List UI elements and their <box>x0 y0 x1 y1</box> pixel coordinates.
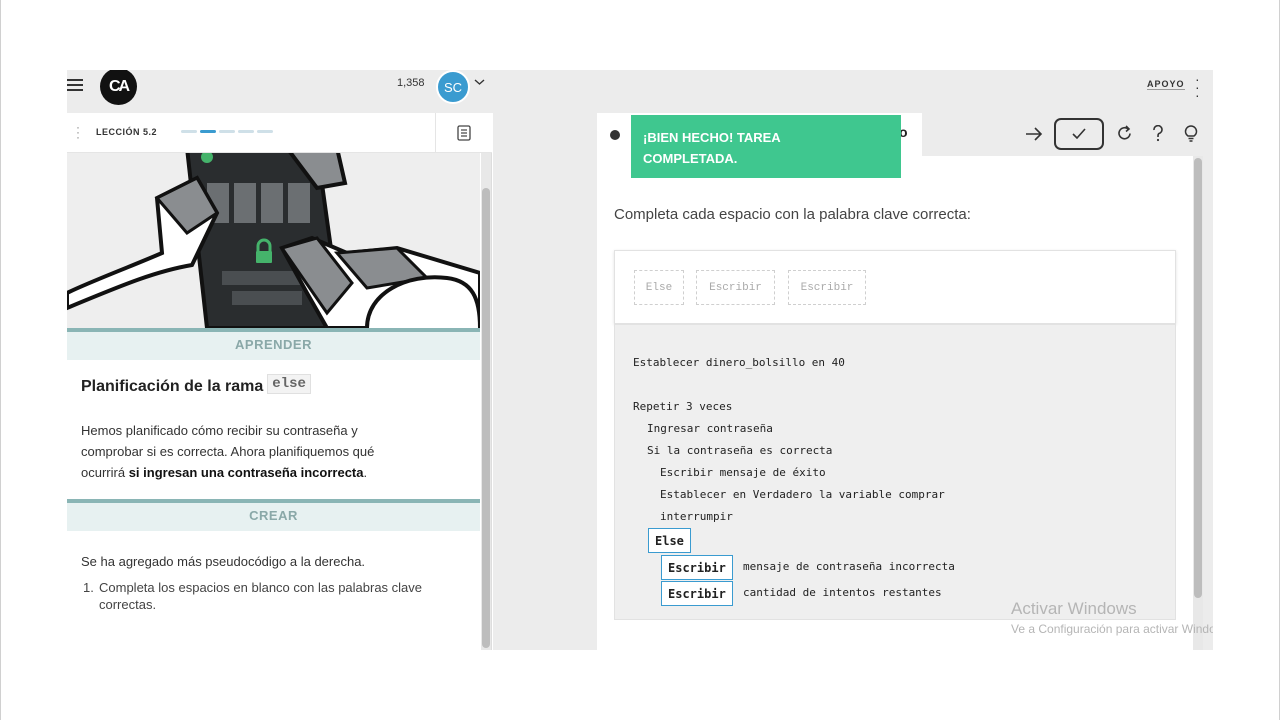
list-item: 1. Completa los espacios en blanco con l… <box>83 579 429 613</box>
toast-line-2: COMPLETADA. <box>643 151 738 166</box>
word-bank-item[interactable]: Escribir <box>696 270 775 305</box>
progress-step[interactable] <box>238 130 254 133</box>
checkmark-icon <box>1072 128 1086 139</box>
top-bar: CA 1,358 SC APOYO · · · <box>67 70 1213 113</box>
blank-slot-escribir-1[interactable]: Escribir <box>661 555 733 580</box>
progress-step-current[interactable] <box>200 130 216 133</box>
support-link[interactable]: APOYO <box>1147 79 1185 90</box>
arrow-right-icon[interactable] <box>1017 117 1050 150</box>
screen-edge-left <box>0 0 1 720</box>
success-toast: ¡BIEN HECHO! TAREA COMPLETADA. <box>631 115 901 178</box>
code-line: interrumpir <box>660 510 733 523</box>
progress-step[interactable] <box>181 130 197 133</box>
learn-section-header: APRENDER <box>67 328 480 360</box>
learn-paragraph-emphasis: si ingresan una contraseña incorrecta <box>128 465 364 480</box>
code-line: cantidad de intentos restantes <box>743 586 942 599</box>
code-line: Establecer en Verdadero la variable comp… <box>660 488 945 501</box>
exercise-content: Completa cada espacio con la palabra cla… <box>597 156 1193 650</box>
create-section-header: CREAR <box>67 499 480 531</box>
lesson-label: LECCIÓN 5.2 <box>96 127 158 137</box>
exercise-prompt: Completa cada espacio con la palabra cla… <box>614 206 971 223</box>
check-button[interactable] <box>1054 117 1104 150</box>
help-icon[interactable] <box>1141 117 1174 150</box>
lesson-illustration <box>67 153 480 328</box>
lesson-header: · · · LECCIÓN 5.2 <box>67 113 492 153</box>
chevron-down-icon[interactable] <box>474 77 485 89</box>
word-bank-item[interactable]: Else <box>634 270 684 305</box>
blank-slot-escribir-2[interactable]: Escribir <box>661 581 733 606</box>
more-options-icon[interactable]: · · · <box>1195 72 1200 102</box>
tab-status-dot <box>610 130 620 140</box>
lesson-scrollbar[interactable] <box>481 153 491 650</box>
logo[interactable]: CA <box>100 70 137 105</box>
create-intro: Se ha agregado más pseudocódigo a la der… <box>81 554 366 569</box>
lesson-title-code: else <box>267 374 311 394</box>
drag-handle-icon[interactable]: · · · <box>76 121 80 143</box>
hint-lightbulb-icon[interactable] <box>1174 117 1207 150</box>
toast-line-1: ¡BIEN HECHO! TAREA <box>643 130 781 145</box>
code-line: Ingresar contraseña <box>647 422 773 435</box>
progress-step[interactable] <box>257 130 273 133</box>
exercise-scrollbar-thumb[interactable] <box>1194 158 1202 598</box>
progress-step[interactable] <box>219 130 235 133</box>
code-line: mensaje de contraseña incorrecta <box>743 560 955 573</box>
blank-slot-else[interactable]: Else <box>648 528 691 553</box>
windows-activation-title: Activar Windows <box>1011 599 1137 618</box>
document-icon <box>457 125 471 141</box>
code-line: Establecer dinero_bolsillo en 40 <box>633 356 845 369</box>
reset-icon[interactable] <box>1108 117 1141 150</box>
avatar[interactable]: SC <box>436 70 470 104</box>
points-counter: 1,358 <box>397 77 425 89</box>
learn-paragraph: Hemos planificado cómo recibir su contra… <box>81 420 411 483</box>
code-line: Escribir mensaje de éxito <box>660 466 826 479</box>
lesson-title-text: Planificación de la rama <box>81 378 264 395</box>
list-item-text: Completa los espacios en blanco con las … <box>99 580 423 612</box>
windows-activation-subtitle: Ve a Configuración para activar Windows. <box>1011 622 1213 636</box>
word-bank: Else Escribir Escribir <box>614 250 1176 324</box>
lesson-panel: · · · LECCIÓN 5.2 APRENDER Planificación… <box>67 113 492 650</box>
lesson-scrollbar-thumb[interactable] <box>482 188 490 648</box>
exercise-scrollbar[interactable] <box>1193 156 1203 650</box>
list-item-number: 1. <box>83 580 94 595</box>
word-bank-item[interactable]: Escribir <box>788 270 866 305</box>
create-steps: 1. Completa los espacios en blanco con l… <box>83 579 429 613</box>
panel-gutter[interactable] <box>493 113 597 650</box>
exercise-toolbar <box>1017 117 1207 150</box>
app-window: CA 1,358 SC APOYO · · · · · · LECCIÓN 5.2 <box>67 70 1213 650</box>
menu-icon[interactable] <box>67 76 85 94</box>
notes-button[interactable] <box>435 113 492 153</box>
code-line: Repetir 3 veces <box>633 400 733 413</box>
pseudocode-block: Establecer dinero_bolsillo en 40 Repetir… <box>614 324 1176 620</box>
code-line: Si la contraseña es correcta <box>647 444 833 457</box>
exercise-panel: o ¡BIEN HECHO! TAREA COMPLETADA. Complet… <box>597 113 1213 650</box>
learn-paragraph-end: . <box>363 465 368 480</box>
lesson-title: Planificación de la rama else <box>81 374 311 398</box>
lesson-progress <box>181 130 273 133</box>
